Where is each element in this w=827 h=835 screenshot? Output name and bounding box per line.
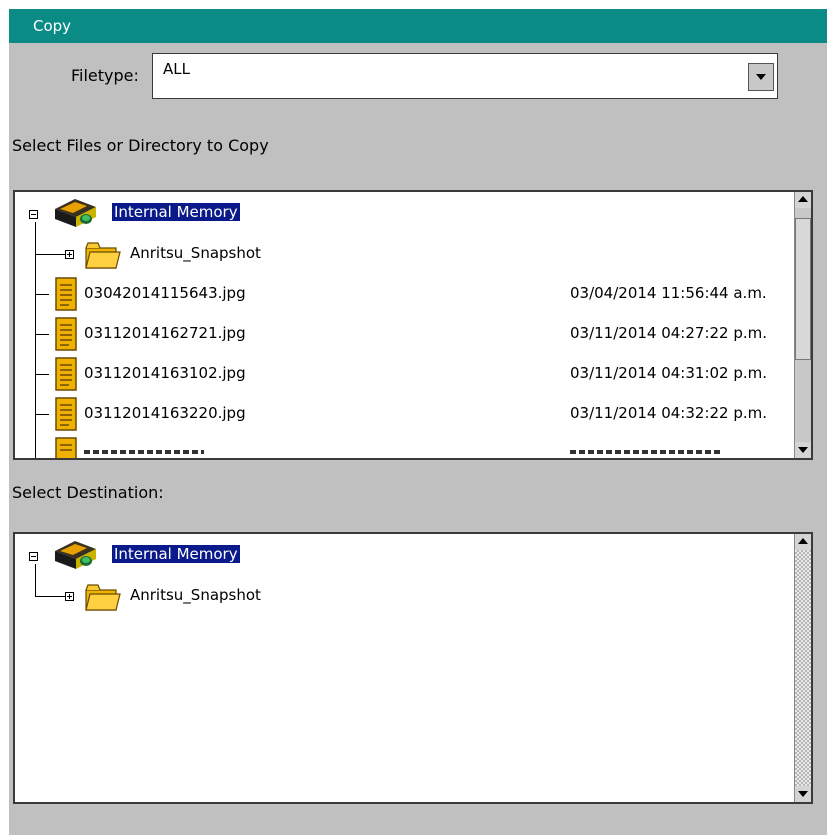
tree-connector xyxy=(35,374,49,375)
destination-tree[interactable]: Internal Memory Anritsu_Snapshot xyxy=(13,532,813,804)
tree-folder-label[interactable]: Anritsu_Snapshot xyxy=(130,586,261,604)
destination-scrollbar[interactable] xyxy=(794,534,811,802)
dialog-title: Copy xyxy=(33,17,72,35)
file-name: 03112014163102.jpg xyxy=(84,364,246,382)
tree-root-row[interactable]: Internal Memory xyxy=(15,194,795,234)
copy-dialog: Copy Filetype: ALL Select Files or Direc… xyxy=(9,9,827,835)
clipped-file-date xyxy=(570,450,720,454)
source-heading: Select Files or Directory to Copy xyxy=(12,136,269,155)
destination-heading: Select Destination: xyxy=(12,483,164,502)
document-file-icon xyxy=(55,437,77,458)
tree-connector xyxy=(35,596,65,597)
file-name: 03112014162721.jpg xyxy=(84,324,246,342)
tree-root-label[interactable]: Internal Memory xyxy=(112,203,240,221)
tree-root-row[interactable]: Internal Memory xyxy=(15,536,795,576)
file-row-partial[interactable] xyxy=(15,434,795,458)
scroll-down-icon[interactable] xyxy=(795,786,811,802)
dialog-title-bar: Copy xyxy=(9,9,827,43)
tree-folder-label[interactable]: Anritsu_Snapshot xyxy=(130,244,261,262)
filetype-value: ALL xyxy=(163,60,190,78)
filetype-select[interactable]: ALL xyxy=(152,53,778,99)
source-file-tree[interactable]: Internal Memory Anritsu_Snapshot 0304201… xyxy=(13,190,813,460)
file-row[interactable]: 03112014162721.jpg 03/11/2014 04:27:22 p… xyxy=(15,314,795,354)
tree-connector xyxy=(35,254,65,255)
memory-drive-icon xyxy=(55,541,96,569)
memory-drive-icon xyxy=(55,199,96,227)
scroll-thumb[interactable] xyxy=(795,218,811,360)
collapse-icon[interactable] xyxy=(29,210,38,219)
dropdown-arrow-icon[interactable] xyxy=(748,63,774,91)
tree-root-label[interactable]: Internal Memory xyxy=(112,545,240,563)
source-scrollbar[interactable] xyxy=(794,192,811,458)
file-name: 03042014115643.jpg xyxy=(84,284,246,302)
file-date: 03/11/2014 04:27:22 p.m. xyxy=(570,324,768,342)
file-date: 03/11/2014 04:32:22 p.m. xyxy=(570,404,768,422)
file-row[interactable]: 03042014115643.jpg 03/04/2014 11:56:44 a… xyxy=(15,274,795,314)
scroll-down-icon[interactable] xyxy=(795,442,811,458)
file-name: 03112014163220.jpg xyxy=(84,404,246,422)
clipped-file-name xyxy=(84,450,204,454)
file-row[interactable]: 03112014163102.jpg 03/11/2014 04:31:02 p… xyxy=(15,354,795,394)
folder-icon xyxy=(85,584,121,611)
tree-connector xyxy=(35,414,49,415)
scroll-up-icon[interactable] xyxy=(795,192,811,208)
scroll-up-icon[interactable] xyxy=(795,534,811,550)
document-file-icon xyxy=(55,397,77,431)
tree-connector xyxy=(35,294,49,295)
document-file-icon xyxy=(55,317,77,351)
tree-folder-row[interactable]: Anritsu_Snapshot xyxy=(15,234,795,274)
file-date: 03/04/2014 11:56:44 a.m. xyxy=(570,284,767,302)
tree-folder-row[interactable]: Anritsu_Snapshot xyxy=(15,576,795,616)
folder-icon xyxy=(85,242,121,269)
file-row[interactable]: 03112014163220.jpg 03/11/2014 04:32:22 p… xyxy=(15,394,795,434)
document-file-icon xyxy=(55,277,77,311)
expand-icon[interactable] xyxy=(65,592,74,601)
tree-connector xyxy=(35,334,49,335)
dialog-footer xyxy=(9,804,827,835)
filetype-label: Filetype: xyxy=(71,66,139,85)
expand-icon[interactable] xyxy=(65,250,74,259)
file-date: 03/11/2014 04:31:02 p.m. xyxy=(570,364,768,382)
collapse-icon[interactable] xyxy=(29,552,38,561)
document-file-icon xyxy=(55,357,77,391)
